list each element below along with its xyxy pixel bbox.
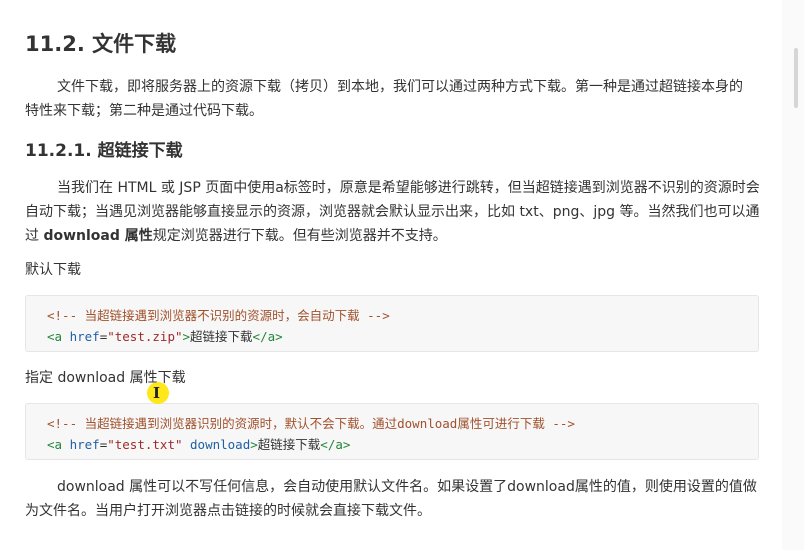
section-title: 文件下载 — [92, 32, 177, 56]
section-heading: 11.2. 文件下载 — [25, 28, 176, 58]
subsection-number: 11.2.1. — [25, 141, 92, 161]
code-attr-download: download — [190, 437, 251, 452]
scrollbar-thumb[interactable] — [794, 48, 798, 108]
hyperlink-paragraph-tail: 规定浏览器进行下载。但有些浏览器并不支持。 — [152, 228, 447, 244]
document-page: 11.2. 文件下载 文件下载，即将服务器上的资源下载（拷贝）到本地，我们可以通… — [0, 0, 782, 550]
code-link-text: 超链接下载 — [190, 329, 253, 344]
code-attr-href: href — [69, 437, 100, 452]
code-link-text: 超链接下载 — [257, 437, 321, 452]
intro-paragraph: 文件下载，即将服务器上的资源下载（拷贝）到本地，我们可以通过两种方式下载。第一种… — [25, 79, 743, 119]
code-attr-value: "test.zip" — [107, 329, 183, 344]
hyperlink-paragraph: 当我们在 HTML 或 JSP 页面中使用a标签时，原意是希望能够进行跳转，但当… — [25, 176, 765, 248]
code-tag-close: </a> — [252, 329, 283, 344]
vertical-scrollbar[interactable] — [782, 0, 804, 550]
code-tag-open: <a — [47, 437, 63, 452]
text-cursor-icon: I — [153, 384, 161, 402]
default-download-label: 默认下载 — [25, 262, 81, 278]
mouse-cursor-highlight: I — [147, 382, 169, 404]
code-attr-href: href — [69, 329, 100, 344]
subsection-title: 超链接下载 — [97, 141, 183, 161]
code-block-default: <!-- 当超链接遇到浏览器不识别的资源时，会自动下载 --> <a href=… — [25, 295, 759, 352]
subsection-heading: 11.2.1. 超链接下载 — [25, 136, 183, 161]
code-tag-close: </a> — [320, 437, 351, 452]
code-tag-open: <a — [47, 329, 63, 344]
code-block-download: <!-- 当超链接遇到浏览器识别的资源时，默认不会下载。通过download属性… — [25, 403, 759, 460]
code-comment: <!-- 当超链接遇到浏览器不识别的资源时，会自动下载 --> — [47, 308, 390, 323]
download-value-paragraph: download 属性可以不写任何信息，会自动使用默认文件名。如果设置了down… — [25, 479, 757, 519]
download-attribute-bold: download 属性 — [43, 228, 153, 244]
code-attr-value: "test.txt" — [107, 437, 183, 452]
section-number: 11.2. — [25, 32, 85, 56]
code-comment: <!-- 当超链接遇到浏览器识别的资源时，默认不会下载。通过download属性… — [47, 416, 575, 431]
